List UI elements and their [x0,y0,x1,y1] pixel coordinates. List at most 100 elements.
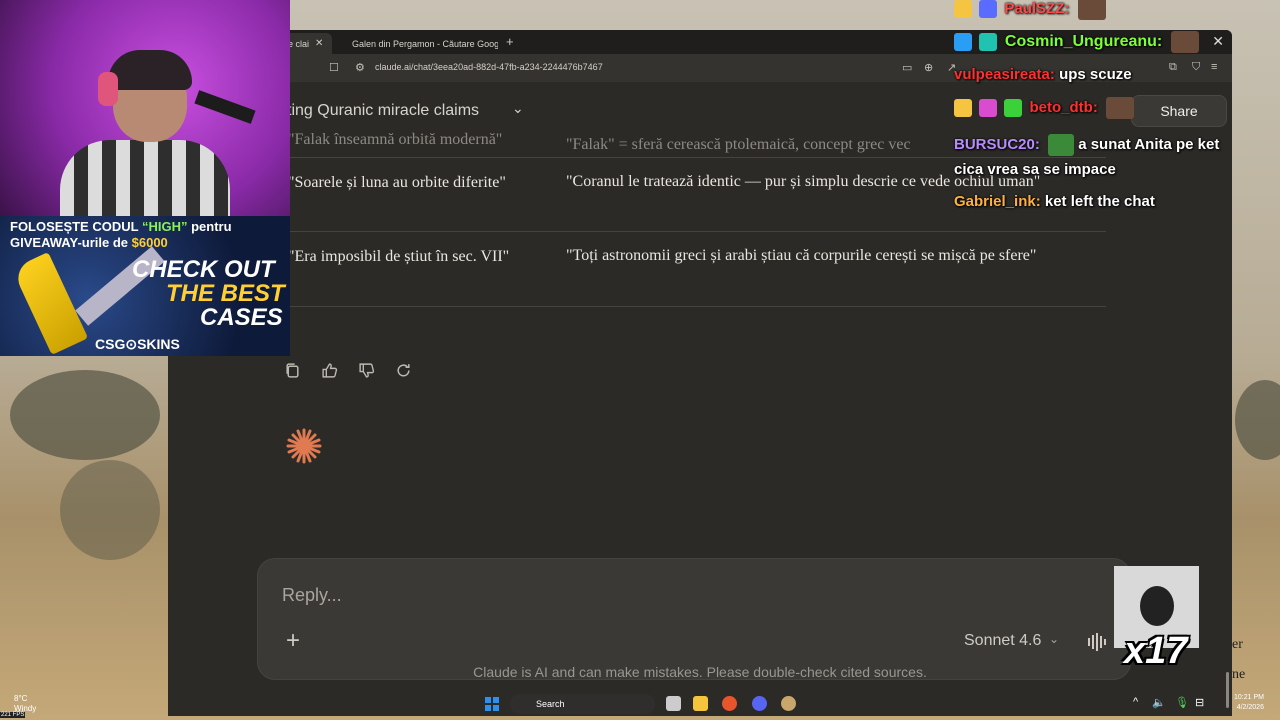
network-icon[interactable]: ⊟ [1195,696,1204,709]
system-clock[interactable]: 10:21 PM 4/2/2026 [1234,693,1264,713]
tab-google[interactable]: Galen din Pergamon - Căutare Googl ✕ [338,33,498,54]
chat-message: BURSUC20: a sunat Anita pe ket [954,134,1219,156]
url-field[interactable]: claude.ai/chat/3eea20ad-882d-47fb-a234-2… [375,62,603,72]
copy-icon[interactable] [284,362,301,379]
task-view-icon[interactable] [666,696,681,711]
taskbar: 8°C Windy 221 FPS Search ^ 🔈 🎙 ⊟ 10:21 P… [0,688,1280,720]
chat-username: BURSUC20: [954,135,1040,153]
streamer-beanie [108,50,192,90]
bookmark-icon[interactable]: ☐ [329,61,339,74]
chat-text: cica vrea sa se impace [954,161,1116,178]
app-icon[interactable] [781,696,796,711]
taskbar-search[interactable]: Search [510,694,655,714]
robot-badge-icon [979,0,998,18]
hammer-badge-icon [954,33,972,51]
shield-icon[interactable]: ⛉ [1192,61,1200,74]
claim-cell: "Era imposibil de știut în sec. VII" [288,248,510,265]
chat-username: Gabriel_ink: [954,193,1041,210]
claude-logo-icon [286,428,322,464]
zoom-icon[interactable]: ⊕ [924,61,933,74]
chevron-down-icon[interactable]: ⌄ [1049,632,1059,646]
voice-mode-icon[interactable] [1088,633,1106,651]
extensions-icon[interactable]: ⧉ [1169,61,1177,74]
chat-message: beto_dtb: [954,97,1135,119]
claim-cell: "Falak înseamnă orbită modernă" [288,131,503,148]
reply-input[interactable] [282,585,782,606]
share-button[interactable]: Share [1131,95,1227,127]
partner-badge-icon [979,33,998,51]
model-selector[interactable]: Sonnet 4.6 [964,632,1041,650]
emote-icon [1106,97,1135,119]
chat-message: vulpeasireata: ups scuze [954,66,1132,83]
gift-badge-icon [1004,99,1023,117]
claim-cell: "Soarele și luna au orbite diferite" [288,174,506,191]
conversation-title[interactable]: ting Quranic miracle claims [287,102,479,120]
promo-text: pentru [191,219,232,234]
file-explorer-icon[interactable] [693,696,708,711]
disclaimer-text: Claude is AI and can make mistakes. Plea… [473,664,927,680]
streamer-shirt [60,140,230,220]
chat-message: cica vrea sa se impace [954,161,1116,178]
clock-time: 10:21 PM [1234,694,1264,701]
reality-cell: "Toți astronomii greci și arabi știau că… [566,247,1037,264]
chat-message: Cosmin_Ungureanu: [954,31,1199,53]
tab-label: Galen din Pergamon - Căutare Googl [352,38,498,49]
add-attachment-icon[interactable]: + [286,627,300,655]
tray-expand-icon[interactable]: ^ [1133,696,1138,708]
site-settings-icon[interactable]: ⚙ [355,61,365,74]
menu-icon[interactable]: ≡ [1211,61,1217,73]
discord-icon[interactable] [752,696,767,711]
retry-icon[interactable] [395,362,412,379]
chat-message: PaulSZZ: [954,0,1106,20]
window-close-icon[interactable]: ✕ [1212,33,1224,50]
search-label: Search [536,699,565,709]
combo-counter: x17 [1124,630,1188,672]
chat-text: ket left the chat [1044,193,1155,210]
emote-icon [1077,0,1106,20]
background-window-text: er ne [1232,630,1245,690]
microphone-icon[interactable]: 🎙 [1175,696,1189,709]
chat-text: ups scuze [1059,66,1132,83]
chat-username: Cosmin_Ungureanu: [1004,33,1163,51]
crown-badge-icon [954,0,972,18]
tab-label: e clai [288,38,310,49]
speaker-icon[interactable]: 🔈 [1152,696,1166,709]
close-icon[interactable]: ✕ [315,38,323,49]
emote-icon [1170,31,1199,53]
chevron-down-icon[interactable]: ⌄ [512,100,524,117]
cast-icon[interactable]: ▭ [902,61,912,74]
sponsor-banner: FOLOSEȘTE CODUL “HIGH” pentru GIVEAWAY-u… [0,216,290,356]
edge-text-line: er [1232,637,1243,652]
headphones-icon [98,72,118,106]
new-tab-icon[interactable]: + [506,34,514,49]
crown-badge-icon [954,99,972,117]
message-actions [284,362,412,379]
weather-widget[interactable]: 8°C Windy [14,694,36,714]
chat-username: PaulSZZ: [1004,0,1070,17]
chat-text: a sunat Anita pe ket [1078,135,1220,153]
thumbs-up-icon[interactable] [321,362,338,379]
thumbs-down-icon[interactable] [358,362,375,379]
sponsor-logo: CSG⊙SKINS [95,336,180,352]
chat-message: Gabriel_ink: ket left the chat [954,193,1155,210]
promo-amount: $6000 [131,235,168,250]
microphone-icon [194,90,256,124]
promo-text: GIVEAWAY-urile de [10,235,129,250]
robot-badge-icon [979,99,998,117]
promo-text: FOLOSEȘTE CODUL [10,219,139,234]
reply-composer: + Sonnet 4.6 ⌄ [257,558,1131,680]
promo-code: “HIGH” [141,219,188,234]
clock-date: 4/2/2026 [1236,704,1264,711]
chat-username: beto_dtb: [1029,98,1098,116]
emote-icon [1048,134,1075,156]
promo-headline-3: CASES [200,304,283,331]
promo-line-1: FOLOSEȘTE CODUL “HIGH” pentru [10,219,232,234]
browser-window: e clai ✕ Galen din Pergamon - Căutare Go… [168,30,1232,716]
windows-start-icon[interactable] [485,697,499,711]
fps-counter: 221 FPS [0,712,26,718]
weather-temp: 8°C [14,694,28,703]
edge-text-line: ne [1232,667,1246,682]
cat-face [1140,586,1174,626]
webcam-overlay [0,0,290,220]
brave-browser-icon[interactable] [722,696,737,711]
